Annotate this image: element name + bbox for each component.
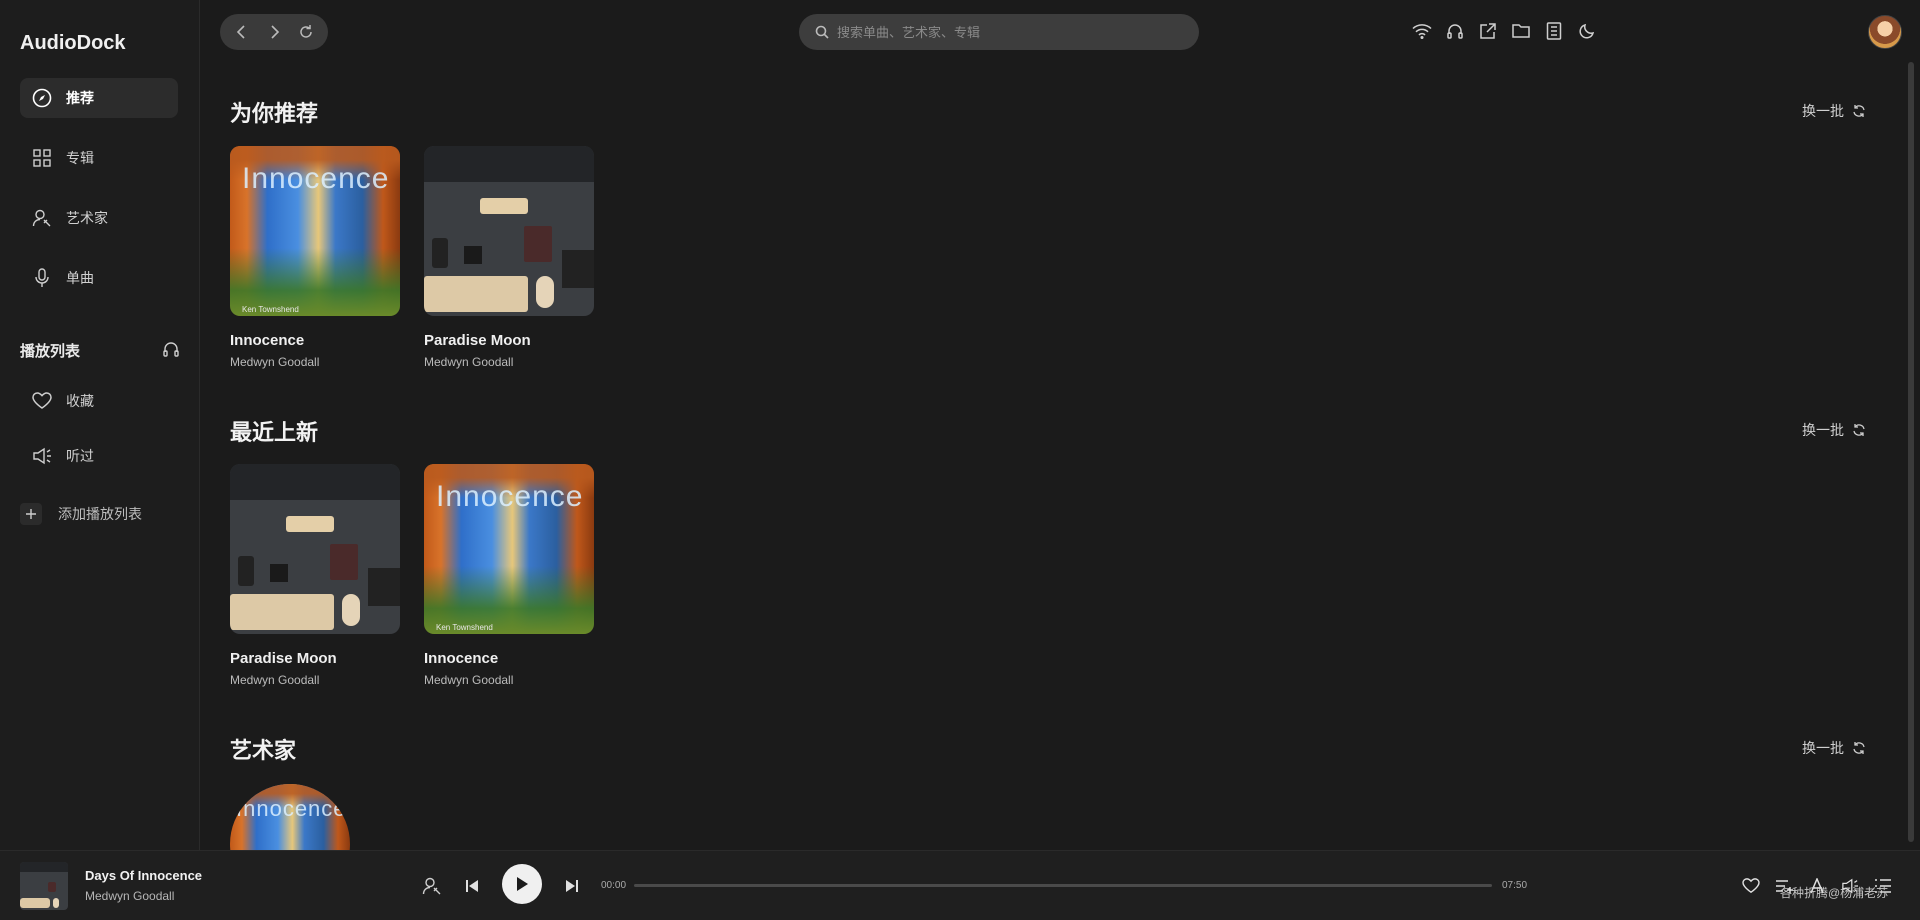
search-box[interactable] [799,14,1199,50]
main-scrollbar[interactable] [1908,58,1914,848]
moon-icon[interactable] [1576,20,1598,42]
watermark-text: 各种折腾@杨浦老苏 [1780,886,1889,900]
nav-item-albums[interactable]: 专辑 [20,138,178,178]
compass-icon [31,87,53,109]
track-title[interactable]: Days Of Innocence [85,868,202,883]
track-artist[interactable]: Medwyn Goodall [85,889,174,903]
refresh-label: 换一批 [1802,422,1844,438]
refresh-icon [1852,104,1866,118]
nav-item-artists[interactable]: 艺术家 [20,198,178,238]
list-icon[interactable] [1543,20,1565,42]
nav-label: 单曲 [66,270,94,286]
refresh-label: 换一批 [1802,740,1844,756]
player-bar: Days Of Innocence Medwyn Goodall 00:00 0… [0,850,1920,920]
progress-bar[interactable] [634,884,1492,887]
search-icon [815,25,829,39]
playlist-label: 听过 [66,448,94,464]
cover-art-credit: Ken Townshend [242,305,299,314]
time-total: 07:50 [1502,880,1528,891]
nav-label: 专辑 [66,150,94,166]
album-title[interactable]: Paradise Moon [230,650,400,667]
playlist-label: 收藏 [66,393,94,409]
artist-icon [31,207,53,229]
section-title-artists: 艺术家 [230,738,297,763]
cover-art-text: Innocence [242,162,390,195]
album-card[interactable]: Paradise Moon Medwyn Goodall [424,146,594,369]
album-artist[interactable]: Medwyn Goodall [424,673,594,687]
nav-item-recommend[interactable]: 推荐 [20,78,178,118]
nav-label: 艺术家 [66,210,108,226]
refresh-recommend-button[interactable]: 换一批 [1802,101,1866,121]
wifi-icon[interactable] [1411,20,1433,42]
album-cover[interactable]: Innocence Ken Townshend [230,146,400,316]
heart-icon [31,390,53,412]
forward-icon[interactable] [261,19,287,45]
now-playing-cover[interactable] [20,862,68,910]
nav-item-singles[interactable]: 单曲 [20,258,178,298]
microphone-icon [31,267,53,289]
artist-card[interactable]: Innocence [230,784,350,850]
album-title[interactable]: Innocence [230,332,400,349]
section-title-recommend: 为你推荐 [230,101,319,126]
album-cover[interactable]: Innocence Ken Townshend [424,464,594,634]
refresh-label: 换一批 [1802,103,1844,119]
album-title[interactable]: Innocence [424,650,594,667]
refresh-icon [1852,741,1866,755]
section-title-new: 最近上新 [230,420,319,445]
album-title[interactable]: Paradise Moon [424,332,594,349]
app-title: AudioDock [20,32,126,54]
refresh-artists-button[interactable]: 换一批 [1802,738,1866,758]
album-card[interactable]: Paradise Moon Medwyn Goodall [230,464,400,687]
cover-art-credit: Ken Townshend [436,623,493,632]
playlist-section-title: 播放列表 [20,343,81,360]
album-card[interactable]: Innocence Ken Townshend Innocence Medwyn… [230,146,400,369]
play-button[interactable] [502,864,542,904]
back-icon[interactable] [229,19,255,45]
album-artist[interactable]: Medwyn Goodall [230,355,400,369]
external-link-icon[interactable] [1477,20,1499,42]
nav-label: 推荐 [66,90,94,106]
album-cover[interactable] [230,464,400,634]
folder-icon[interactable] [1510,20,1532,42]
speaker-icon [31,445,53,467]
next-icon[interactable] [561,875,583,897]
cover-art-text: Innocence [236,796,347,821]
top-toolbar [1400,20,1598,42]
artist-radio-icon[interactable] [421,875,443,897]
like-heart-icon[interactable] [1740,875,1762,897]
search-input[interactable] [835,23,1179,41]
refresh-icon [1852,423,1866,437]
album-artist[interactable]: Medwyn Goodall [424,355,594,369]
grid-icon [31,147,53,169]
add-playlist-button[interactable]: 添加播放列表 [20,503,142,525]
headphones-icon[interactable] [162,340,180,358]
cover-art-text: Innocence [436,480,584,513]
refresh-new-button[interactable]: 换一批 [1802,420,1866,440]
time-current: 00:00 [601,880,627,891]
artist-avatar[interactable]: Innocence [230,784,350,850]
reload-icon[interactable] [293,19,319,45]
album-card[interactable]: Innocence Ken Townshend Innocence Medwyn… [424,464,594,687]
album-cover[interactable] [424,146,594,316]
user-avatar[interactable] [1868,15,1902,49]
add-playlist-label: 添加播放列表 [58,506,142,522]
album-artist[interactable]: Medwyn Goodall [230,673,400,687]
plus-icon [20,503,42,525]
previous-icon[interactable] [461,875,483,897]
playlist-item-history[interactable]: 听过 [20,436,178,476]
sidebar: AudioDock 推荐 专辑 艺术家 单曲 播放列表 收藏 听过 添加播放列表 [0,0,200,850]
playlist-item-favorites[interactable]: 收藏 [20,381,178,421]
play-icon [515,876,529,892]
history-nav-group [220,14,328,50]
headphones-icon[interactable] [1444,20,1466,42]
